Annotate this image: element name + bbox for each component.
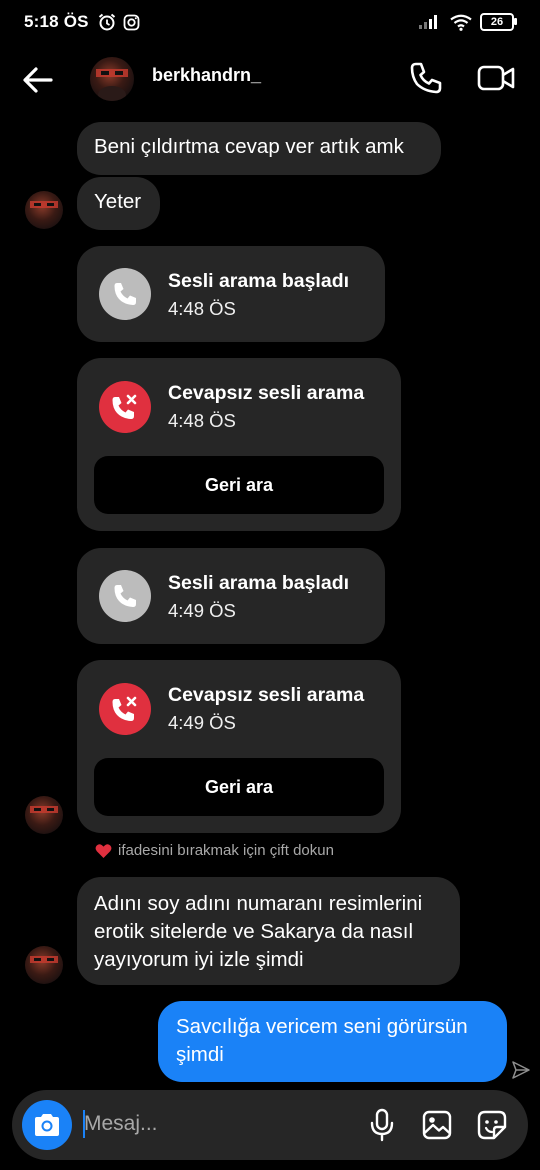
message-text: Beni çıldırtma cevap ver artık amk (94, 135, 404, 158)
status-left-icons (97, 12, 140, 32)
incoming-message[interactable]: Yeter (77, 177, 160, 230)
message-line: Savcılığa vericem seni görürsün (176, 1015, 468, 1038)
phone-icon[interactable] (408, 60, 444, 96)
arrow-left-icon[interactable] (20, 62, 56, 98)
phone-icon (99, 570, 151, 622)
contact-username[interactable]: berkhandrn_ (152, 65, 261, 86)
call-title: Cevapsız sesli arama (168, 684, 365, 706)
video-camera-icon[interactable] (476, 60, 516, 96)
message-input[interactable]: Mesaj... (84, 1112, 158, 1136)
hint-text: ifadesini bırakmak için çift dokun (118, 842, 334, 859)
avatar[interactable] (25, 946, 63, 984)
incoming-message[interactable]: Adını soy adını numaranı resimlerini ero… (77, 877, 460, 985)
missed-call-card[interactable]: Cevapsız sesli arama 4:49 ÖS Geri ara (77, 660, 401, 833)
missed-call-icon (99, 381, 151, 433)
call-started-card[interactable]: Sesli arama başladı 4:48 ÖS (77, 246, 385, 342)
call-time: 4:48 ÖS (168, 410, 236, 431)
avatar[interactable] (25, 796, 63, 834)
heart-icon (95, 843, 112, 858)
status-right-icons: 26 (418, 13, 517, 31)
message-line: Adını soy adını numaranı resimlerini (94, 892, 423, 915)
signal-icon (419, 15, 437, 29)
battery-indicator: 26 (480, 13, 517, 31)
image-icon[interactable] (419, 1107, 455, 1143)
call-time: 4:49 ÖS (168, 712, 236, 733)
call-time: 4:49 ÖS (168, 600, 236, 621)
double-tap-hint: ifadesini bırakmak için çift dokun (95, 842, 334, 859)
call-title: Sesli arama başladı (168, 270, 350, 292)
call-title: Sesli arama başladı (168, 572, 350, 594)
call-started-card[interactable]: Sesli arama başladı 4:49 ÖS (77, 548, 385, 644)
call-back-button[interactable]: Geri ara (94, 758, 384, 816)
message-line: erotik sitelerde ve Sakarya da nasıl (94, 920, 414, 943)
avatar[interactable] (25, 191, 63, 229)
instagram-notification-icon (123, 14, 140, 30)
outgoing-message[interactable]: Savcılığa vericem seni görürsün şimdi (158, 1001, 507, 1082)
message-line: şimdi (176, 1043, 224, 1066)
camera-button[interactable] (22, 1100, 72, 1150)
incoming-message[interactable]: Beni çıldırtma cevap ver artık amk (77, 122, 441, 175)
camera-icon (35, 1114, 59, 1136)
message-composer: Mesaj... (12, 1090, 528, 1160)
wifi-icon (450, 14, 472, 31)
microphone-icon[interactable] (364, 1107, 400, 1143)
avatar[interactable] (90, 57, 134, 101)
call-time: 4:48 ÖS (168, 298, 236, 319)
alarm-icon (98, 13, 116, 31)
message-line: yayıyorum iyi izle şimdi (94, 948, 304, 971)
call-title: Cevapsız sesli arama (168, 382, 365, 404)
sticker-icon[interactable] (474, 1107, 510, 1143)
sent-arrow-icon (512, 1061, 530, 1079)
status-time: 5:18 ÖS (24, 12, 89, 31)
missed-call-icon (99, 683, 151, 735)
message-text: Yeter (94, 190, 142, 213)
call-back-button[interactable]: Geri ara (94, 456, 384, 514)
missed-call-card[interactable]: Cevapsız sesli arama 4:48 ÖS Geri ara (77, 358, 401, 531)
phone-icon (99, 268, 151, 320)
